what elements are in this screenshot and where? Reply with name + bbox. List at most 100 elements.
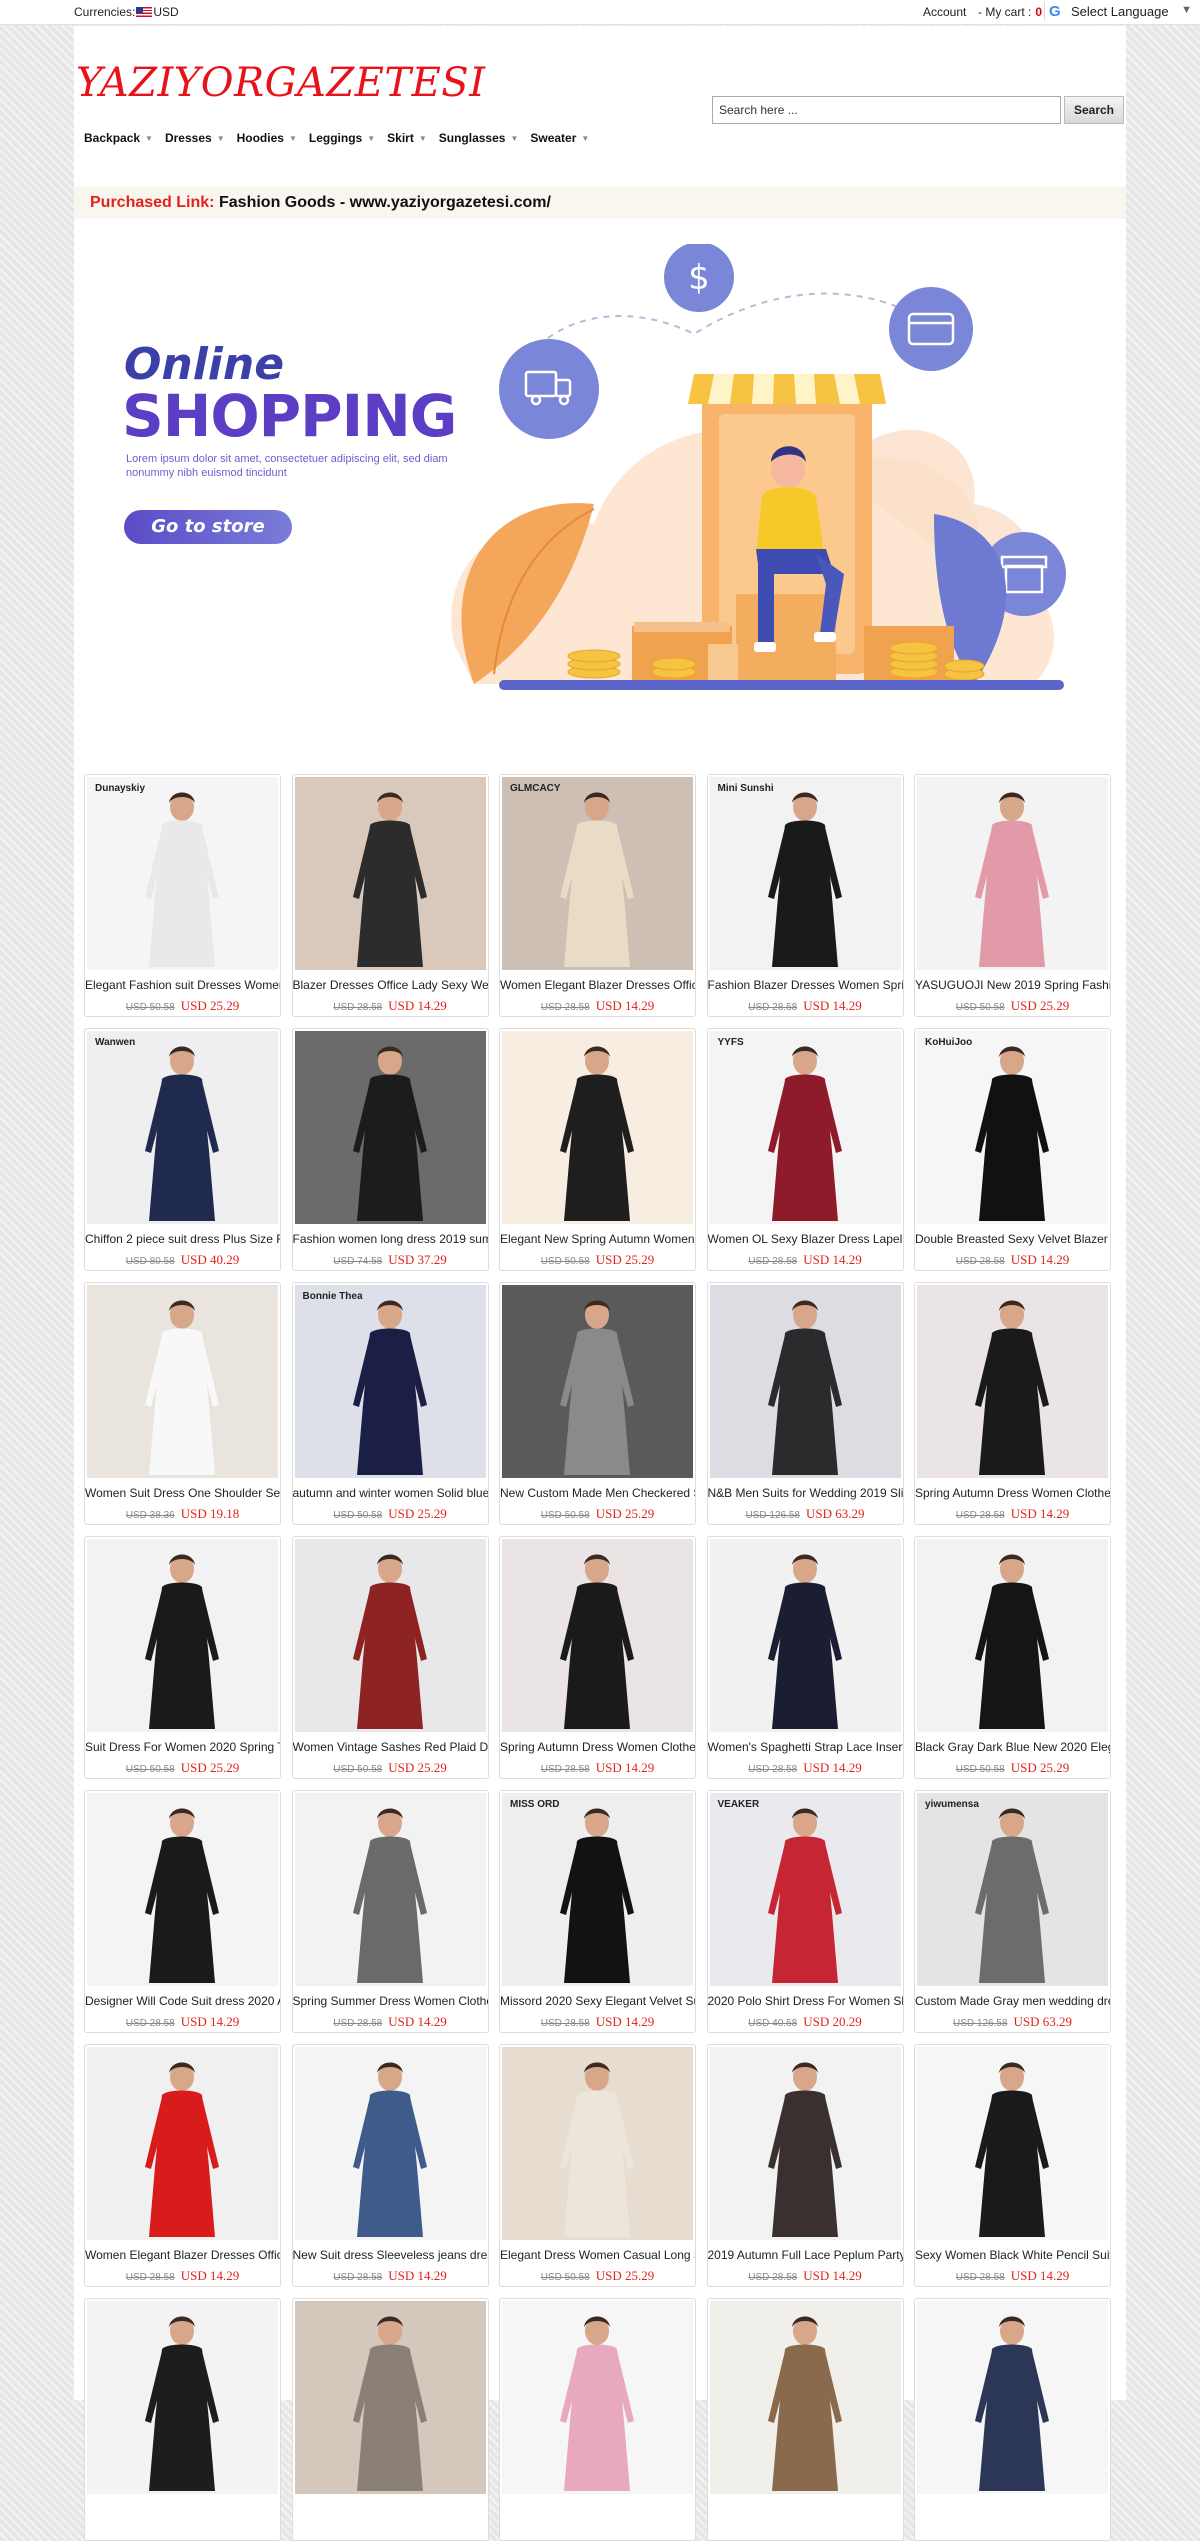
product-card[interactable]: GLMCACY Women Elegant Blazer Dresses Offi…: [499, 774, 696, 1017]
product-image[interactable]: VEAKER: [709, 1793, 901, 1986]
nav-item-backpack[interactable]: Backpack ▼: [84, 127, 153, 149]
product-card[interactable]: [291, 2298, 489, 2541]
product-title[interactable]: New Suit dress Sleeveless jeans dress: [293, 2248, 488, 2262]
nav-item-skirt[interactable]: Skirt ▼: [387, 127, 427, 149]
cart-link[interactable]: - My cart :0: [978, 5, 1042, 19]
product-title[interactable]: Spring Autumn Dress Women Clothes: [500, 1740, 695, 1754]
product-title[interactable]: Designer Will Code Suit dress 2020 A: [85, 1994, 280, 2008]
product-image[interactable]: KoHuiJoo: [917, 1031, 1108, 1224]
product-title[interactable]: Blazer Dresses Office Lady Sexy Wear: [293, 978, 488, 992]
product-card[interactable]: [706, 2298, 904, 2541]
product-image[interactable]: [917, 777, 1108, 970]
site-logo[interactable]: YAZIYORGAZETESI: [76, 60, 486, 106]
go-to-store-button[interactable]: Go to store: [124, 510, 292, 544]
product-image[interactable]: [87, 1539, 278, 1732]
product-image[interactable]: [294, 1539, 486, 1732]
product-card[interactable]: VEAKER 2020 Polo Shirt Dress For Women Sh…: [706, 1790, 904, 2033]
product-image[interactable]: yiwumensa: [917, 1793, 1108, 1986]
product-image[interactable]: Bonnie Thea: [294, 1285, 486, 1478]
product-card[interactable]: Blazer Dresses Office Lady Sexy Wear USD …: [291, 774, 489, 1017]
product-image[interactable]: [502, 2301, 693, 2494]
product-title[interactable]: Double Breasted Sexy Velvet Blazer: [915, 1232, 1110, 1246]
product-title[interactable]: Elegant Fashion suit Dresses Women: [85, 978, 280, 992]
hero-banner[interactable]: $ Online SHOPPING Lorem ipsum dolor sit …: [74, 244, 1126, 744]
product-title[interactable]: Spring Summer Dress Women Clothes: [293, 1994, 488, 2008]
product-card[interactable]: Dunayskiy Elegant Fashion suit Dresses Wo…: [84, 774, 281, 1017]
product-image[interactable]: [87, 1285, 278, 1478]
product-card[interactable]: Spring Autumn Dress Women Clothes USD 28.…: [499, 1536, 696, 1779]
language-selector[interactable]: G Select Language ▼: [1044, 2, 1196, 21]
product-card[interactable]: [84, 2298, 281, 2541]
product-image[interactable]: [917, 1285, 1108, 1478]
product-image[interactable]: [294, 2047, 486, 2240]
purchased-link[interactable]: Fashion Goods - www.yaziyorgazetesi.com/: [219, 194, 551, 212]
product-card[interactable]: N&B Men Suits for Wedding 2019 Slim USD 1…: [706, 1282, 904, 1525]
product-card[interactable]: Women's Spaghetti Strap Lace Insert USD 2…: [706, 1536, 904, 1779]
product-image[interactable]: [502, 1031, 693, 1224]
product-image[interactable]: [87, 1793, 278, 1986]
product-card[interactable]: KoHuiJoo Double Breasted Sexy Velvet Blaz…: [914, 1028, 1111, 1271]
product-title[interactable]: New Custom Made Men Checkered Suit: [500, 1486, 695, 1500]
product-card[interactable]: Wanwen Chiffon 2 piece suit dress Plus Si…: [84, 1028, 281, 1271]
product-image[interactable]: [917, 2301, 1108, 2494]
product-image[interactable]: [917, 2047, 1108, 2240]
product-card[interactable]: Fashion women long dress 2019 summer USD …: [291, 1028, 489, 1271]
nav-item-sweater[interactable]: Sweater ▼: [530, 127, 589, 149]
product-image[interactable]: Mini Sunshi: [709, 777, 901, 970]
currency-selector[interactable]: Currencies: USD: [74, 5, 179, 19]
product-title[interactable]: Women's Spaghetti Strap Lace Insert: [708, 1740, 903, 1754]
product-image[interactable]: [709, 1285, 901, 1478]
product-title[interactable]: Missord 2020 Sexy Elegant Velvet Suit: [500, 1994, 695, 2008]
product-image[interactable]: [294, 1793, 486, 1986]
product-title[interactable]: Elegant Dress Women Casual Long Sle: [500, 2248, 695, 2262]
product-title[interactable]: Women Elegant Blazer Dresses Office: [85, 2248, 280, 2262]
product-image[interactable]: [709, 2301, 901, 2494]
product-title[interactable]: Women Suit Dress One Shoulder Sexy: [85, 1486, 280, 1500]
product-title[interactable]: Fashion Blazer Dresses Women Spring: [708, 978, 903, 992]
product-title[interactable]: autumn and winter women Solid blue: [293, 1486, 488, 1500]
product-card[interactable]: 2019 Autumn Full Lace Peplum Party USD 28…: [706, 2044, 904, 2287]
nav-item-hoodies[interactable]: Hoodies ▼: [237, 127, 297, 149]
product-image[interactable]: GLMCACY: [502, 777, 693, 970]
product-image[interactable]: [917, 1539, 1108, 1732]
product-image[interactable]: YYFS: [709, 1031, 901, 1224]
product-title[interactable]: Elegant New Spring Autumn Women: [500, 1232, 695, 1246]
product-card[interactable]: YASUGUOJI New 2019 Spring Fashion USD 50.…: [914, 774, 1111, 1017]
product-title[interactable]: N&B Men Suits for Wedding 2019 Slim: [708, 1486, 903, 1500]
product-image[interactable]: [502, 1285, 693, 1478]
product-title[interactable]: YASUGUOJI New 2019 Spring Fashion: [915, 978, 1110, 992]
product-image[interactable]: [294, 2301, 486, 2494]
product-image[interactable]: [87, 2301, 278, 2494]
product-card[interactable]: Suit Dress For Women 2020 Spring T USD 50…: [84, 1536, 281, 1779]
product-card[interactable]: Women Vintage Sashes Red Plaid D USD 50.5…: [291, 1536, 489, 1779]
product-title[interactable]: Women Elegant Blazer Dresses Office: [500, 978, 695, 992]
search-input[interactable]: [712, 96, 1061, 124]
product-title[interactable]: Chiffon 2 piece suit dress Plus Size F: [85, 1232, 280, 1246]
product-card[interactable]: MISS ORD Missord 2020 Sexy Elegant Velvet…: [499, 1790, 696, 2033]
product-card[interactable]: yiwumensa Custom Made Gray men wedding dr…: [914, 1790, 1111, 2033]
currency-value[interactable]: USD: [153, 5, 178, 19]
product-image[interactable]: [502, 2047, 693, 2240]
product-image[interactable]: [294, 777, 486, 970]
product-card[interactable]: Women Suit Dress One Shoulder Sexy USD 38…: [84, 1282, 281, 1525]
product-title[interactable]: Black Gray Dark Blue New 2020 Elegant: [915, 1740, 1110, 1754]
product-image[interactable]: Dunayskiy: [87, 777, 278, 970]
product-image[interactable]: Wanwen: [87, 1031, 278, 1224]
account-link[interactable]: Account: [923, 5, 966, 19]
product-image[interactable]: [709, 1539, 901, 1732]
product-title[interactable]: Women Vintage Sashes Red Plaid D: [293, 1740, 488, 1754]
product-card[interactable]: New Suit dress Sleeveless jeans dress USD…: [291, 2044, 489, 2287]
nav-item-leggings[interactable]: Leggings ▼: [309, 127, 375, 149]
product-title[interactable]: Spring Autumn Dress Women Clothes: [915, 1486, 1110, 1500]
nav-item-sunglasses[interactable]: Sunglasses ▼: [439, 127, 519, 149]
product-card[interactable]: Elegant Dress Women Casual Long Sle USD 5…: [499, 2044, 696, 2287]
product-card[interactable]: New Custom Made Men Checkered Suit USD 50…: [499, 1282, 696, 1525]
product-card[interactable]: Black Gray Dark Blue New 2020 Elegant USD…: [914, 1536, 1111, 1779]
product-title[interactable]: Suit Dress For Women 2020 Spring T: [85, 1740, 280, 1754]
nav-item-dresses[interactable]: Dresses ▼: [165, 127, 225, 149]
product-image[interactable]: [502, 1539, 693, 1732]
product-title[interactable]: 2020 Polo Shirt Dress For Women Sh: [708, 1994, 903, 2008]
product-card[interactable]: Bonnie Thea autumn and winter women Solid…: [291, 1282, 489, 1525]
product-title[interactable]: Women OL Sexy Blazer Dress Lapel: [708, 1232, 903, 1246]
product-card[interactable]: Women Elegant Blazer Dresses Office USD 2…: [84, 2044, 281, 2287]
